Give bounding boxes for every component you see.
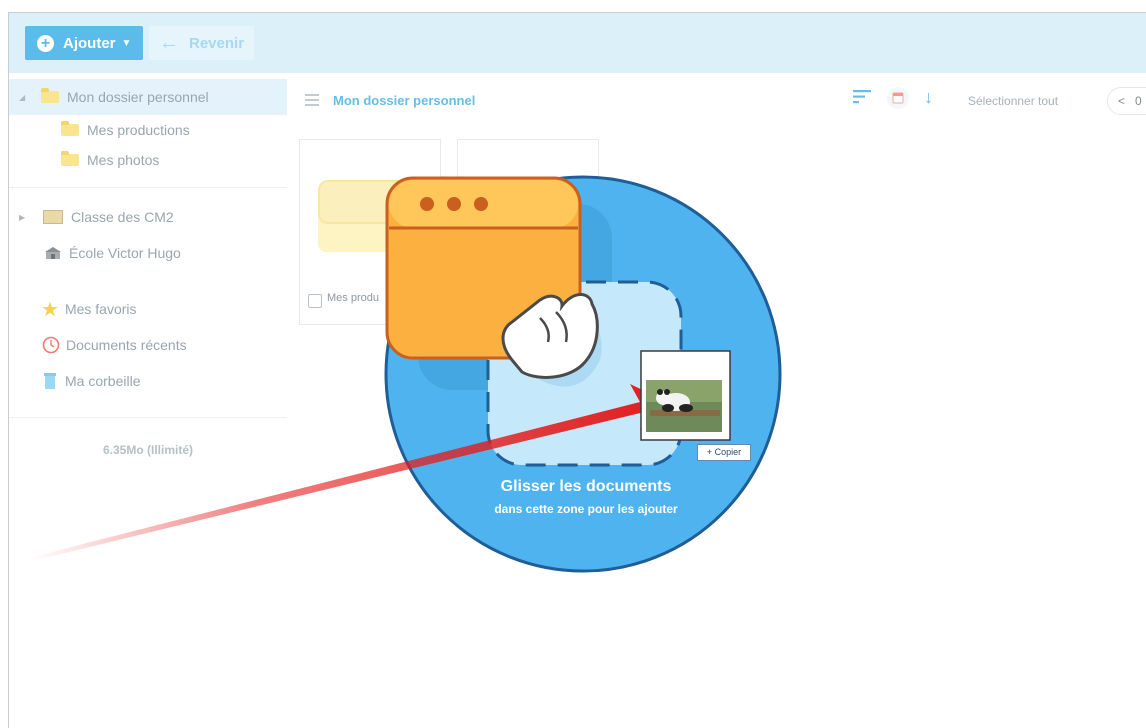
copy-badge: + Copier <box>697 444 751 461</box>
dropzone-title: Glisser les documents <box>500 478 672 495</box>
dropzone-overlay <box>28 175 782 573</box>
dropzone-subtitle: dans cette zone pour les ajouter <box>494 502 678 516</box>
